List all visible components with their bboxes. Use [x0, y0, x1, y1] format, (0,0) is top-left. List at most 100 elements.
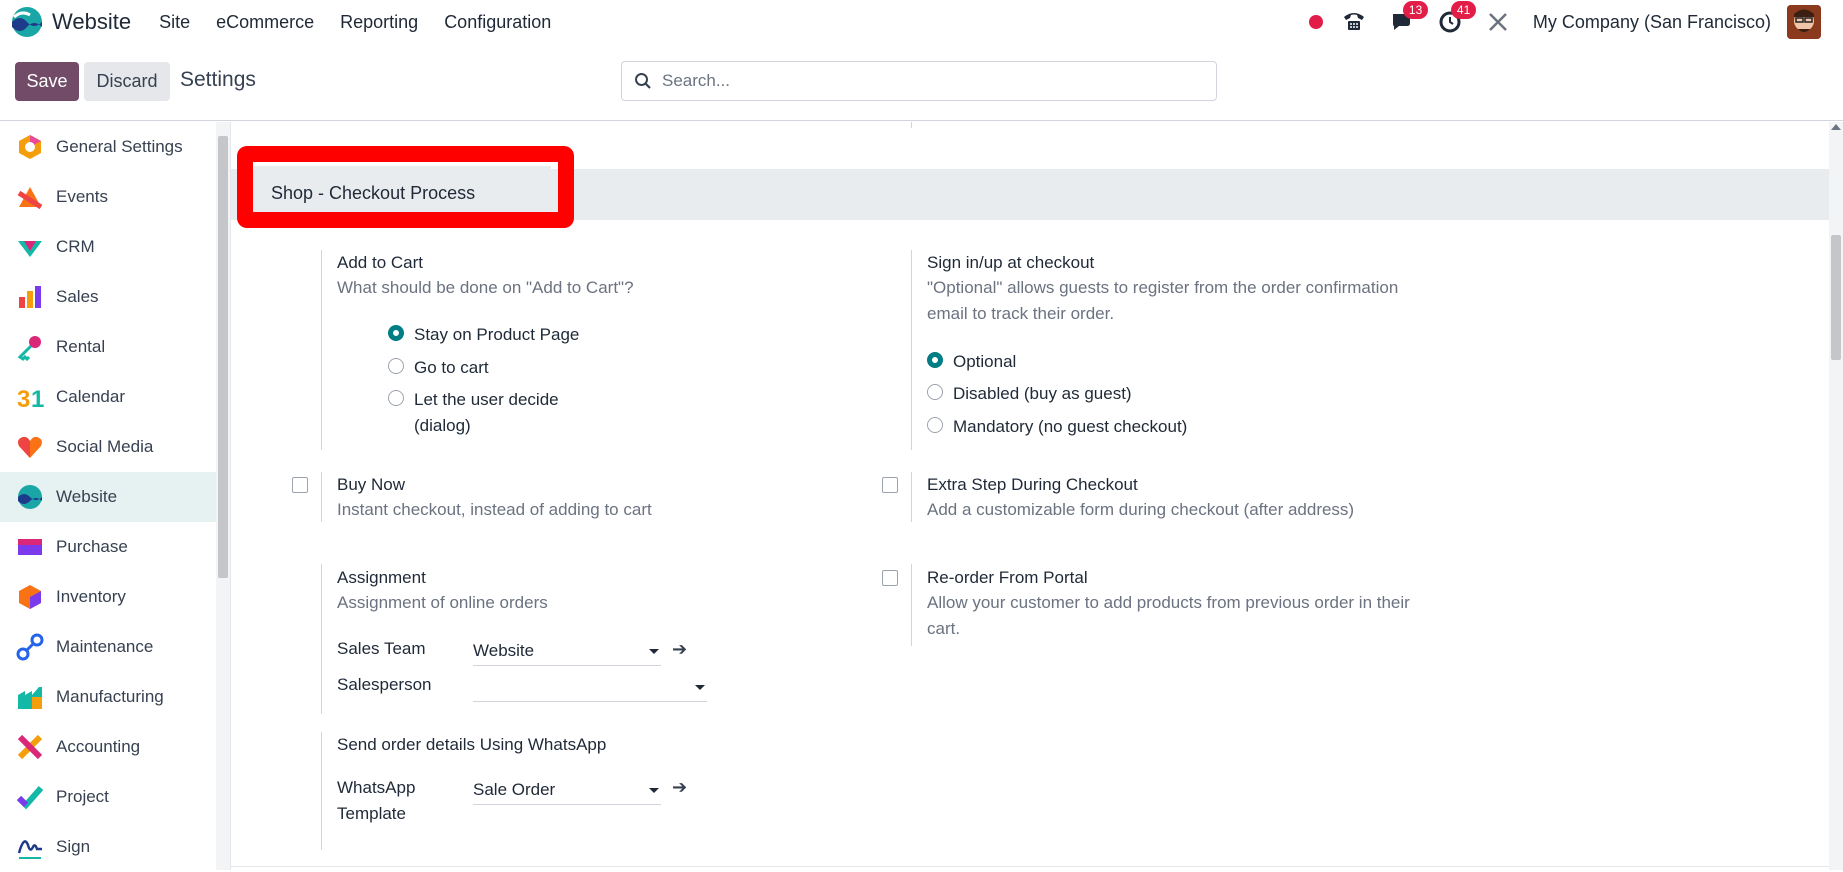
sidebar-item-project[interactable]: Project: [0, 772, 216, 822]
assignment-title: Assignment: [337, 568, 426, 587]
save-button[interactable]: Save: [15, 62, 79, 101]
whatsapp-title: Send order details Using WhatsApp: [337, 735, 607, 754]
radio-go-to-cart[interactable]: Go to cart: [388, 355, 489, 381]
radio-indicator[interactable]: [388, 358, 404, 374]
events-icon: [17, 187, 43, 210]
menu-site[interactable]: Site: [159, 12, 190, 33]
svg-text:1: 1: [31, 386, 44, 411]
sales-team-label: Sales Team: [337, 639, 426, 658]
radio-let-user-decide[interactable]: Let the user decide (dialog): [388, 387, 559, 439]
sidebar-item-sales[interactable]: Sales: [0, 272, 216, 322]
reorder-desc: Allow your customer to add products from…: [927, 590, 1410, 642]
chat-icon[interactable]: 13: [1389, 1, 1429, 35]
inventory-icon: [19, 585, 41, 609]
user-avatar[interactable]: [1787, 5, 1821, 39]
website-app-icon: [12, 7, 42, 37]
extra-step-desc: Add a customizable form during checkout …: [927, 500, 1355, 519]
settings-sidebar: General Settings Events CRM Sales Rental…: [0, 122, 216, 870]
app-brand[interactable]: Website: [10, 5, 159, 39]
radio-optional[interactable]: Optional: [927, 349, 1016, 375]
add-to-cart-desc: What should be done on "Add to Cart"?: [337, 278, 634, 297]
sidebar-item-inventory[interactable]: Inventory: [0, 572, 216, 622]
sidebar-item-rental[interactable]: Rental: [0, 322, 216, 372]
reorder-checkbox[interactable]: [882, 570, 898, 586]
sidebar-item-manufacturing[interactable]: Manufacturing: [0, 672, 216, 722]
sidebar-item-purchase[interactable]: Purchase: [0, 522, 216, 572]
rental-icon: [17, 336, 41, 361]
sales-team-value: Website: [473, 641, 535, 660]
app-name: Website: [52, 9, 132, 34]
radio-indicator[interactable]: [388, 390, 404, 406]
sidebar-item-website[interactable]: Website: [0, 472, 216, 522]
sidebar-item-label: Purchase: [56, 537, 128, 556]
sign-in-desc-line2: email to track their order.: [927, 304, 1115, 323]
sidebar-item-label: Events: [56, 187, 108, 206]
menu-reporting[interactable]: Reporting: [340, 12, 418, 33]
scroll-up-arrow-icon[interactable]: [1831, 124, 1841, 130]
sidebar-item-label: CRM: [56, 237, 95, 256]
sidebar-scrollbar-thumb[interactable]: [218, 136, 228, 578]
whatsapp-template-label-line2: Template: [337, 804, 406, 823]
extra-step-checkbox[interactable]: [882, 477, 898, 493]
sidebar-item-accounting[interactable]: Accounting: [0, 722, 216, 772]
radio-indicator[interactable]: [388, 325, 404, 341]
discard-button[interactable]: Discard: [84, 62, 170, 101]
menu-ecommerce[interactable]: eCommerce: [216, 12, 314, 33]
radio-label-continued: (dialog): [414, 416, 471, 435]
top-navbar: Website Site eCommerce Reporting Configu…: [0, 0, 1843, 44]
sidebar-item-crm[interactable]: CRM: [0, 222, 216, 272]
chevron-down-icon: [695, 685, 705, 690]
sales-icon: [19, 286, 41, 308]
external-link-arrow-icon[interactable]: ➔: [672, 639, 687, 660]
radio-disabled-guest[interactable]: Disabled (buy as guest): [927, 381, 1132, 407]
radio-indicator[interactable]: [927, 352, 943, 368]
sidebar-item-label: Sales: [56, 287, 99, 306]
company-switcher[interactable]: My Company (San Francisco): [1533, 12, 1771, 33]
sidebar-item-social-media[interactable]: Social Media: [0, 422, 216, 472]
sign-in-desc-line1: "Optional" allows guests to register fro…: [927, 278, 1399, 297]
setting-divider: [911, 250, 912, 450]
whatsapp-template-label: WhatsApp Template: [337, 775, 415, 827]
radio-label: Mandatory (no guest checkout): [953, 417, 1188, 436]
social-media-icon: [18, 436, 42, 458]
radio-indicator[interactable]: [927, 417, 943, 433]
radio-mandatory[interactable]: Mandatory (no guest checkout): [927, 414, 1187, 440]
section-divider: [911, 122, 912, 128]
buy-now-checkbox[interactable]: [292, 477, 308, 493]
radio-indicator[interactable]: [927, 384, 943, 400]
radio-label: Stay on Product Page: [414, 325, 580, 344]
reorder-desc-line1: Allow your customer to add products from…: [927, 593, 1410, 612]
setting-divider: [321, 472, 322, 522]
sidebar-item-label: Inventory: [56, 587, 126, 606]
clock-icon[interactable]: 41: [1437, 1, 1477, 35]
menu-configuration[interactable]: Configuration: [444, 12, 551, 33]
sidebar-item-events[interactable]: Events: [0, 172, 216, 222]
sidebar-item-calendar[interactable]: 31 Calendar: [0, 372, 216, 422]
section-title: Shop - Checkout Process: [271, 183, 476, 203]
main-scrollbar-thumb[interactable]: [1831, 235, 1841, 360]
radio-stay-on-product-page[interactable]: Stay on Product Page: [388, 322, 579, 348]
general-settings-icon: [19, 135, 41, 159]
salesperson-select[interactable]: [473, 672, 707, 702]
sidebar-item-label: Manufacturing: [56, 687, 164, 706]
sign-in-title: Sign in/up at checkout: [927, 253, 1095, 272]
purchase-icon: [18, 539, 42, 555]
sidebar-item-general-settings[interactable]: General Settings: [0, 122, 216, 172]
buy-now-title: Buy Now: [337, 475, 406, 494]
sales-team-select[interactable]: Website: [473, 636, 661, 666]
search-input[interactable]: [662, 71, 1202, 91]
crm-icon: [18, 241, 42, 257]
whatsapp-template-select[interactable]: Sale Order: [473, 775, 661, 805]
chevron-down-icon: [649, 649, 659, 654]
tools-icon[interactable]: [1485, 9, 1511, 35]
radio-label: Disabled (buy as guest): [953, 384, 1132, 403]
activities-badge: 41: [1450, 1, 1477, 19]
radio-label: Optional: [953, 352, 1017, 371]
external-link-arrow-icon[interactable]: ➔: [672, 777, 687, 798]
phone-icon[interactable]: [1341, 9, 1367, 35]
record-dot-icon[interactable]: [1308, 15, 1323, 29]
sidebar-item-maintenance[interactable]: Maintenance: [0, 622, 216, 672]
search-box[interactable]: [621, 61, 1217, 101]
calendar-icon: 31: [17, 386, 44, 411]
sidebar-item-sign[interactable]: Sign: [0, 822, 216, 872]
